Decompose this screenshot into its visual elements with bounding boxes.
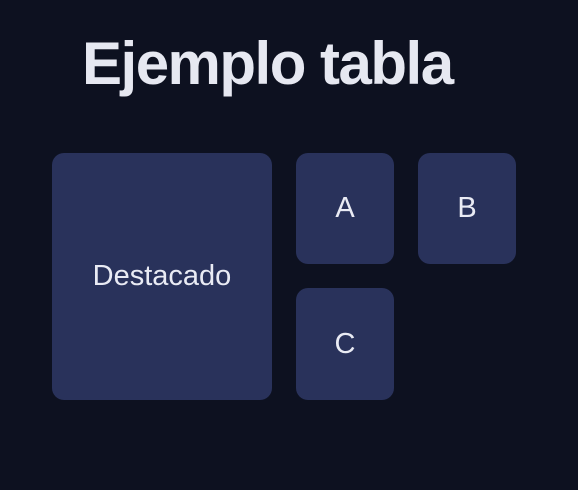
- tile-a: A: [296, 153, 394, 264]
- featured-tile-label: Destacado: [92, 260, 232, 292]
- featured-tile: Destacado: [52, 153, 272, 400]
- page-title: Ejemplo tabla: [82, 30, 454, 97]
- tile-c: C: [296, 288, 394, 400]
- tile-c-label: C: [334, 327, 356, 360]
- tile-b-label: B: [457, 192, 477, 224]
- tile-a-label: A: [335, 192, 355, 224]
- tile-b: B: [418, 153, 516, 264]
